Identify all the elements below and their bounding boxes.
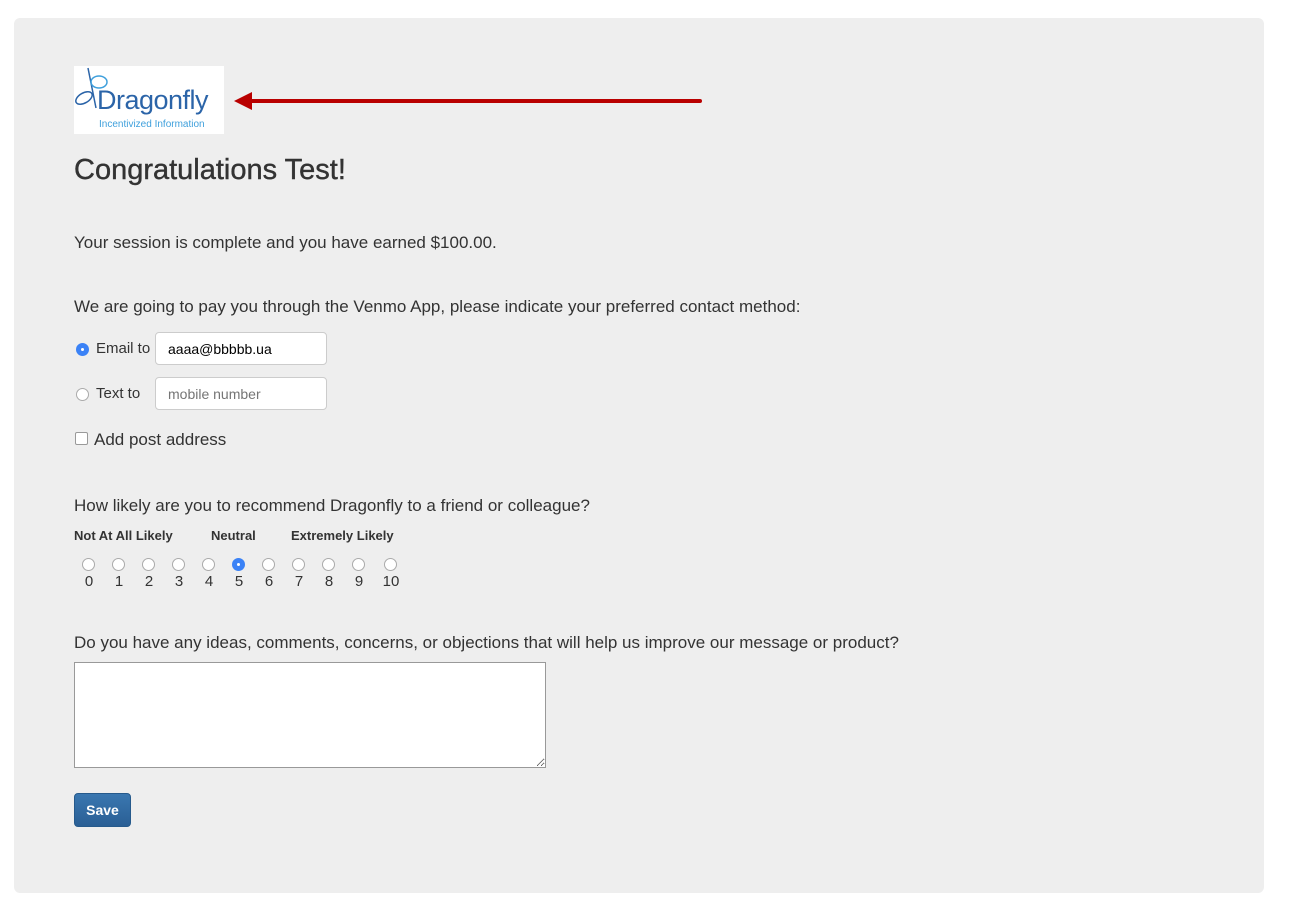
dragonfly-logo: Dragonfly Incentivized Information: [74, 66, 224, 134]
nps-option-label: 5: [234, 573, 244, 590]
mobile-number-input[interactable]: [155, 377, 327, 410]
nps-option-label: 8: [324, 573, 334, 590]
contact-prompt: We are going to pay you through the Venm…: [74, 297, 801, 316]
nps-radio-4[interactable]: [202, 558, 215, 571]
nps-option-label: 2: [144, 573, 154, 590]
feedback-textarea[interactable]: [74, 662, 546, 768]
nps-high-label: Extremely Likely: [291, 528, 394, 543]
text-label: Text to: [96, 385, 141, 402]
nps-radio-0[interactable]: [82, 558, 95, 571]
nps-mid-label: Neutral: [211, 528, 256, 543]
nps-option-label: 7: [294, 573, 304, 590]
nps-option-label: 3: [174, 573, 184, 590]
post-address-checkbox[interactable]: [75, 432, 88, 445]
post-address-label: Add post address: [94, 430, 227, 449]
nps-question: How likely are you to recommend Dragonfl…: [74, 496, 590, 515]
nps-radio-7[interactable]: [292, 558, 305, 571]
nps-option-label: 4: [204, 573, 214, 590]
nps-radio-9[interactable]: [352, 558, 365, 571]
nps-option-label: 9: [354, 573, 364, 590]
feedback-question: Do you have any ideas, comments, concern…: [74, 633, 899, 652]
nps-low-label: Not At All Likely: [74, 528, 173, 543]
earned-text: Your session is complete and you have ea…: [74, 233, 497, 252]
nps-option-label: 0: [84, 573, 94, 590]
text-radio[interactable]: [76, 388, 89, 401]
email-radio[interactable]: [76, 343, 89, 356]
save-button[interactable]: Save: [74, 793, 131, 827]
nps-radio-8[interactable]: [322, 558, 335, 571]
nps-radio-3[interactable]: [172, 558, 185, 571]
nps-radio-2[interactable]: [142, 558, 155, 571]
nps-option-label: 1: [114, 573, 124, 590]
email-input[interactable]: [155, 332, 327, 365]
email-label: Email to: [96, 340, 151, 357]
nps-option-label: 10: [382, 573, 400, 590]
nps-radio-1[interactable]: [112, 558, 125, 571]
nps-radio-10[interactable]: [384, 558, 397, 571]
nps-radio-6[interactable]: [262, 558, 275, 571]
logo-tagline: Incentivized Information: [99, 119, 205, 130]
nps-radio-5[interactable]: [232, 558, 245, 571]
page-title: Congratulations Test!: [74, 154, 346, 186]
nps-option-label: 6: [264, 573, 274, 590]
logo-name: Dragonfly: [97, 85, 209, 115]
red-arrow-annotation: [234, 92, 702, 110]
